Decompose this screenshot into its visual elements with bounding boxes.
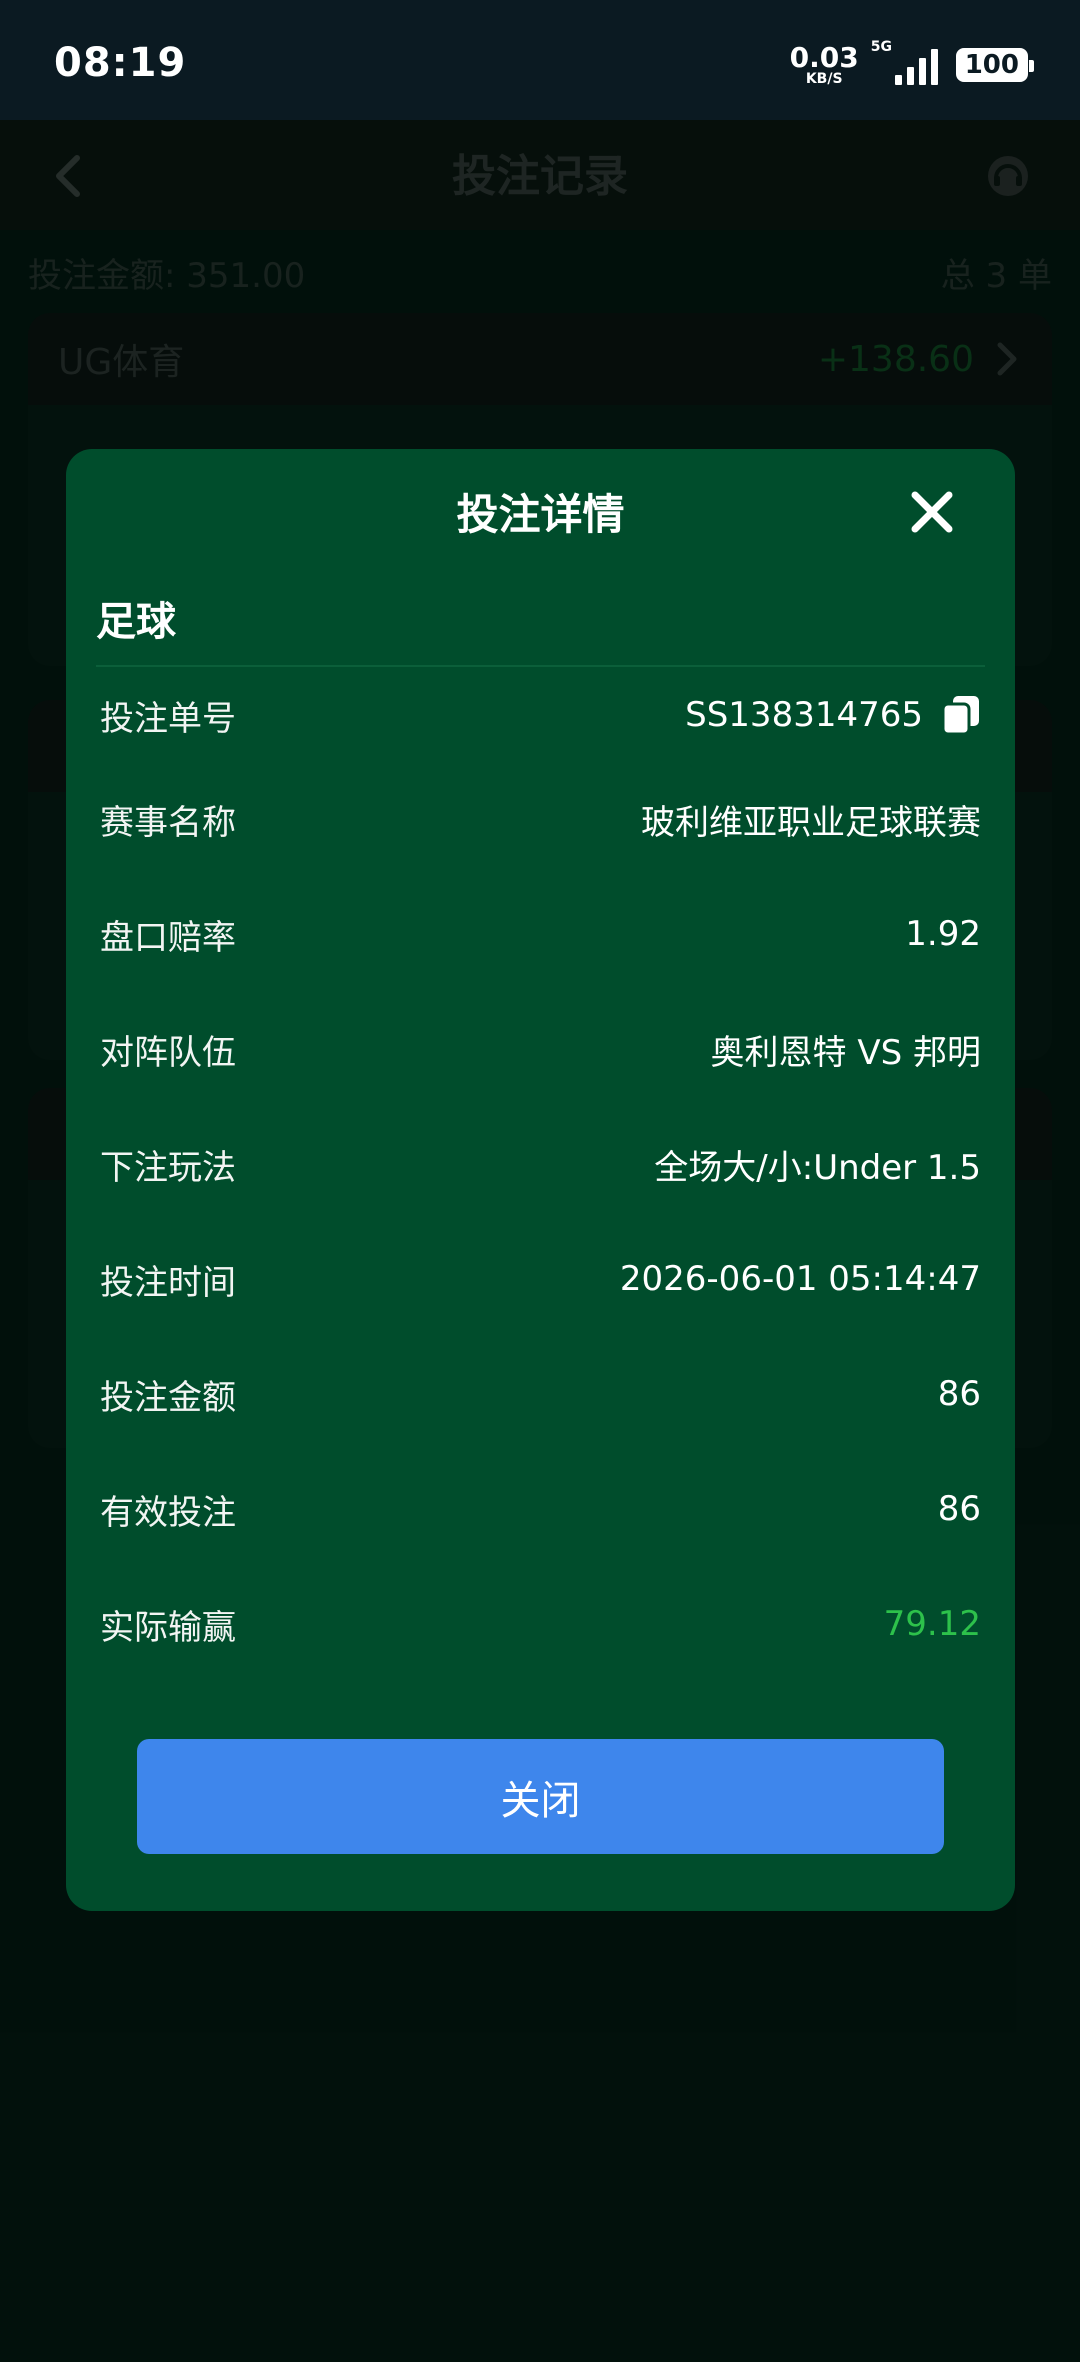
network-speed-unit: KB/S	[805, 71, 843, 87]
detail-row-teams: 对阵队伍 奥利恩特 VS 邦明	[100, 1019, 981, 1079]
detail-row-bet-time: 投注时间 2026-06-01 05:14:47	[100, 1249, 981, 1309]
detail-value: 2026-06-01 05:14:47	[619, 1259, 981, 1299]
status-time: 08:19	[54, 40, 187, 86]
close-icon	[911, 491, 953, 533]
detail-label: 盘口赔率	[100, 917, 236, 958]
detail-row-valid-bet: 有效投注 86	[100, 1479, 981, 1539]
detail-label: 下注玩法	[100, 1147, 236, 1188]
network-speed: 0.03 KB/S	[789, 41, 859, 87]
battery-icon: 100	[955, 48, 1035, 82]
modal-title: 投注详情	[456, 490, 625, 539]
bet-detail-modal: 投注详情 足球 投注单号 SS138314765 赛事名称 玻利维亚职业足球联赛…	[66, 449, 1015, 1911]
close-button[interactable]: 关闭	[137, 1739, 944, 1854]
detail-label: 赛事名称	[100, 802, 236, 843]
copy-icon[interactable]	[941, 694, 981, 736]
detail-row-event: 赛事名称 玻利维亚职业足球联赛	[100, 789, 981, 849]
detail-row-odds: 盘口赔率 1.92	[100, 904, 981, 964]
detail-label: 投注金额	[100, 1377, 236, 1418]
signal-icon: 5G	[871, 39, 938, 85]
close-icon-button[interactable]	[907, 487, 957, 537]
win-loss-value: 79.12	[883, 1604, 981, 1644]
detail-row-order-number: 投注单号 SS138314765	[100, 685, 981, 745]
detail-label: 有效投注	[100, 1492, 236, 1533]
detail-value: 1.92	[905, 914, 981, 954]
status-icons: 0.03 KB/S 5G 100	[789, 39, 1035, 90]
detail-row-bet-type: 下注玩法 全场大/小:Under 1.5	[100, 1134, 981, 1194]
detail-label: 实际输赢	[100, 1607, 236, 1648]
divider	[96, 665, 985, 667]
detail-value: 奥利恩特 VS 邦明	[710, 1032, 981, 1073]
detail-value: 全场大/小:Under 1.5	[654, 1147, 981, 1188]
network-type: 5G	[870, 39, 892, 55]
detail-row-bet-amount: 投注金额 86	[100, 1364, 981, 1424]
detail-label: 投注时间	[100, 1262, 236, 1303]
order-number: SS138314765	[685, 695, 923, 735]
status-bar: 08:19 0.03 KB/S 5G 100	[0, 0, 1080, 120]
sport-title: 足球	[96, 599, 176, 645]
network-speed-value: 0.03	[789, 41, 859, 74]
detail-row-win-loss: 实际输赢 79.12	[100, 1594, 981, 1654]
detail-value: 86	[937, 1374, 981, 1414]
detail-value: 玻利维亚职业足球联赛	[641, 802, 981, 843]
detail-label: 投注单号	[100, 698, 236, 739]
detail-label: 对阵队伍	[100, 1032, 236, 1073]
detail-value: 86	[937, 1489, 981, 1529]
detail-value: SS138314765	[685, 694, 981, 736]
